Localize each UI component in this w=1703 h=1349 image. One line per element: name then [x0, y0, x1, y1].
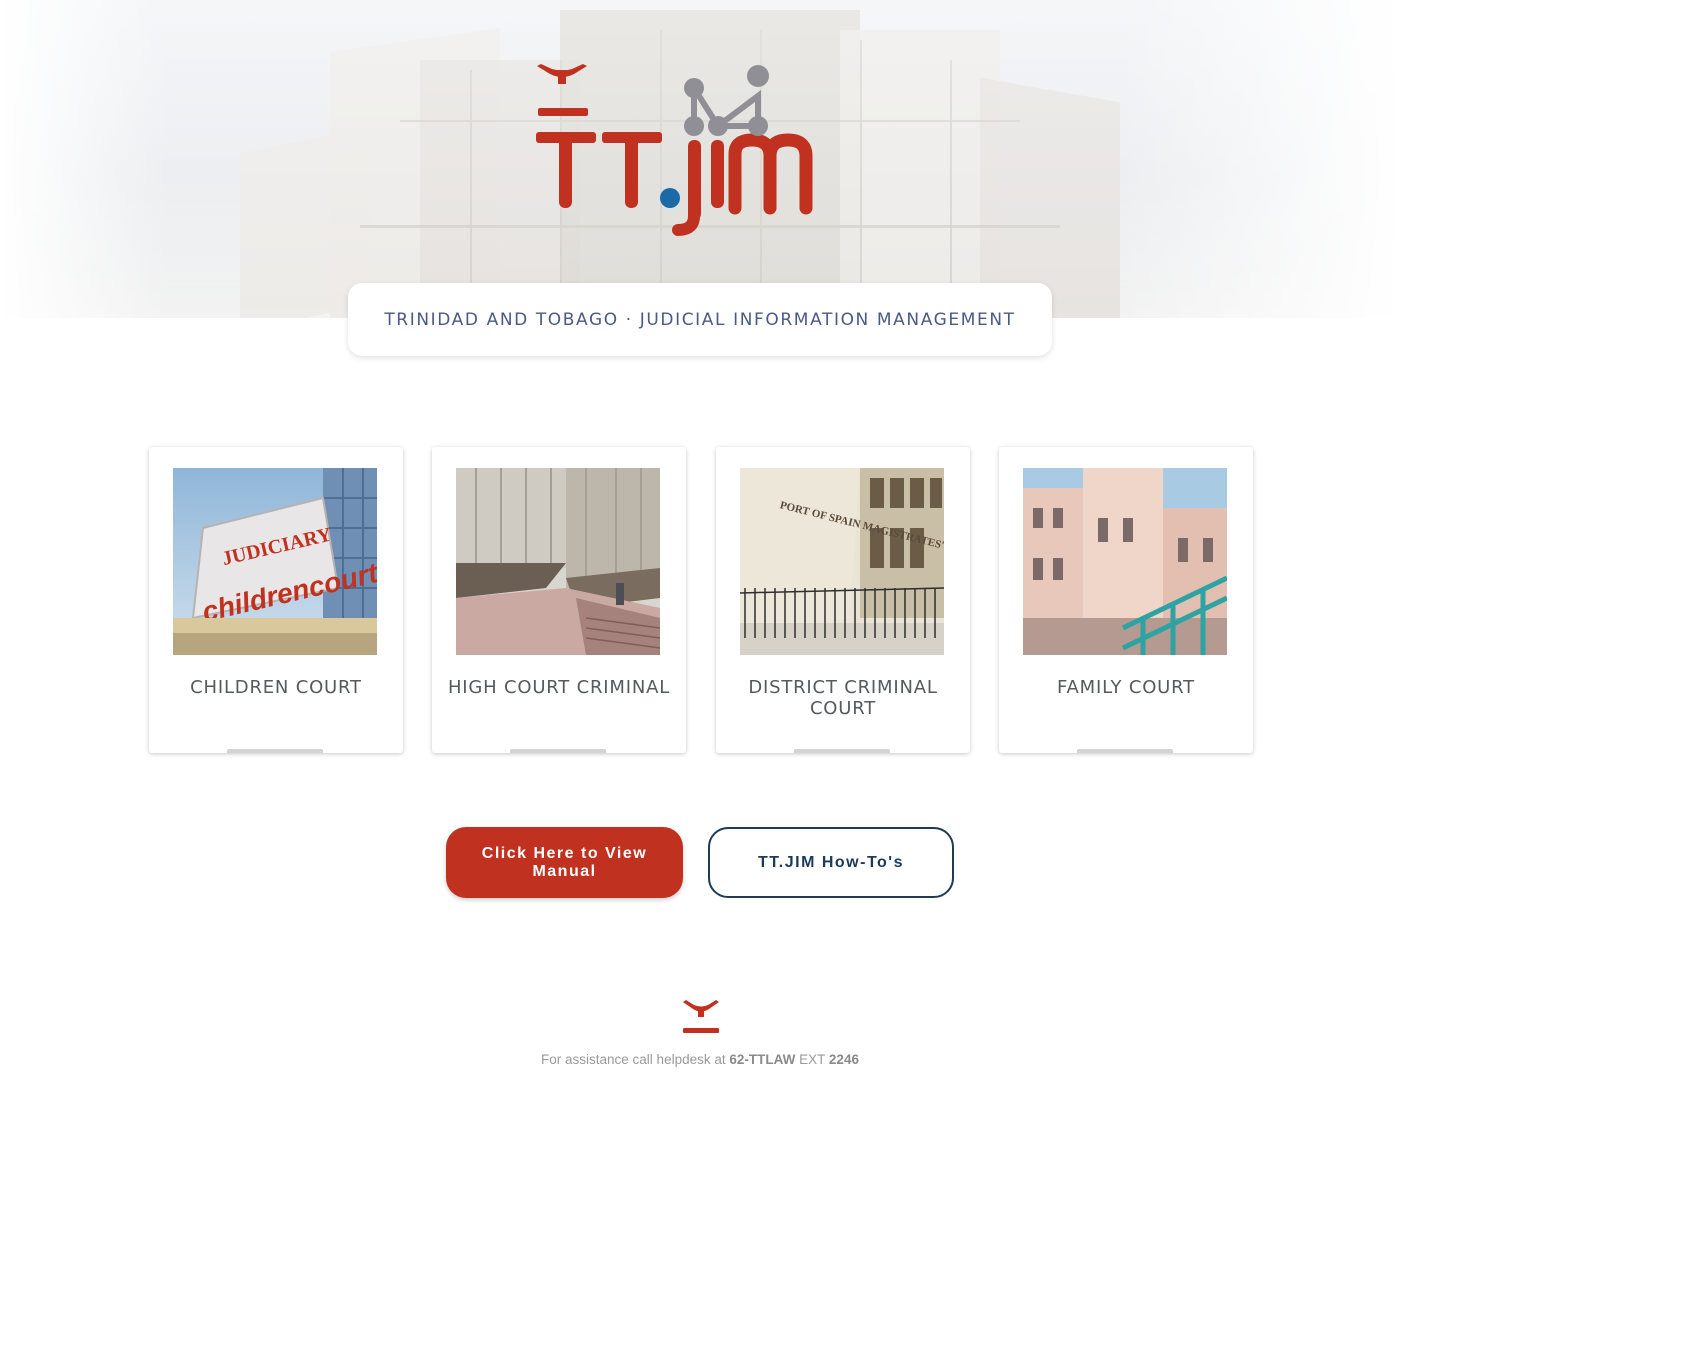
- helpdesk-ext-label: EXT: [799, 1052, 826, 1067]
- children-court-photo: JUDICIARY childrencourt: [173, 468, 377, 655]
- ttjim-logo: [528, 58, 868, 238]
- helpdesk-text: For assistance call helpdesk at 62-TTLAW…: [400, 1052, 1000, 1067]
- site-tagline: TRINIDAD AND TOBAGO · JUDICIAL INFORMATI…: [348, 283, 1052, 356]
- helpdesk-prefix: For assistance call helpdesk at: [541, 1052, 726, 1067]
- view-manual-label: Click Here to View Manual: [481, 844, 648, 880]
- view-manual-button[interactable]: Click Here to View Manual: [446, 827, 683, 898]
- card-accent-bar: [510, 749, 606, 753]
- how-tos-button[interactable]: TT.JIM How-To's: [708, 827, 954, 898]
- court-card-label: HIGH COURT CRIMINAL: [447, 677, 671, 698]
- court-card-label: CHILDREN COURT: [190, 677, 362, 698]
- helpdesk-phone: 62-TTLAW: [729, 1052, 796, 1067]
- court-card-label: FAMILY COURT: [1057, 677, 1195, 698]
- helpdesk-ext-number: 2246: [828, 1052, 859, 1067]
- family-court-photo: [1023, 468, 1227, 655]
- card-accent-bar: [1077, 749, 1173, 753]
- how-tos-label: TT.JIM How-To's: [758, 853, 904, 871]
- court-card-district-criminal[interactable]: PORT OF SPAIN MAGISTRATES' COURT DISTRIC…: [716, 447, 970, 753]
- court-card-high-criminal[interactable]: HIGH COURT CRIMINAL: [432, 447, 686, 753]
- district-court-photo: PORT OF SPAIN MAGISTRATES' COURT: [740, 468, 944, 655]
- court-card-children[interactable]: JUDICIARY childrencourt CHILDREN COURT: [149, 447, 403, 753]
- court-card-family[interactable]: FAMILY COURT: [999, 447, 1253, 753]
- ttjim-logo-icon: [536, 64, 813, 236]
- card-accent-bar: [227, 749, 323, 753]
- court-card-label: DISTRICT CRIMINAL COURT: [748, 677, 938, 719]
- judiciary-emblem-icon: [681, 998, 721, 1034]
- high-court-photo: [456, 468, 660, 655]
- card-accent-bar: [794, 749, 890, 753]
